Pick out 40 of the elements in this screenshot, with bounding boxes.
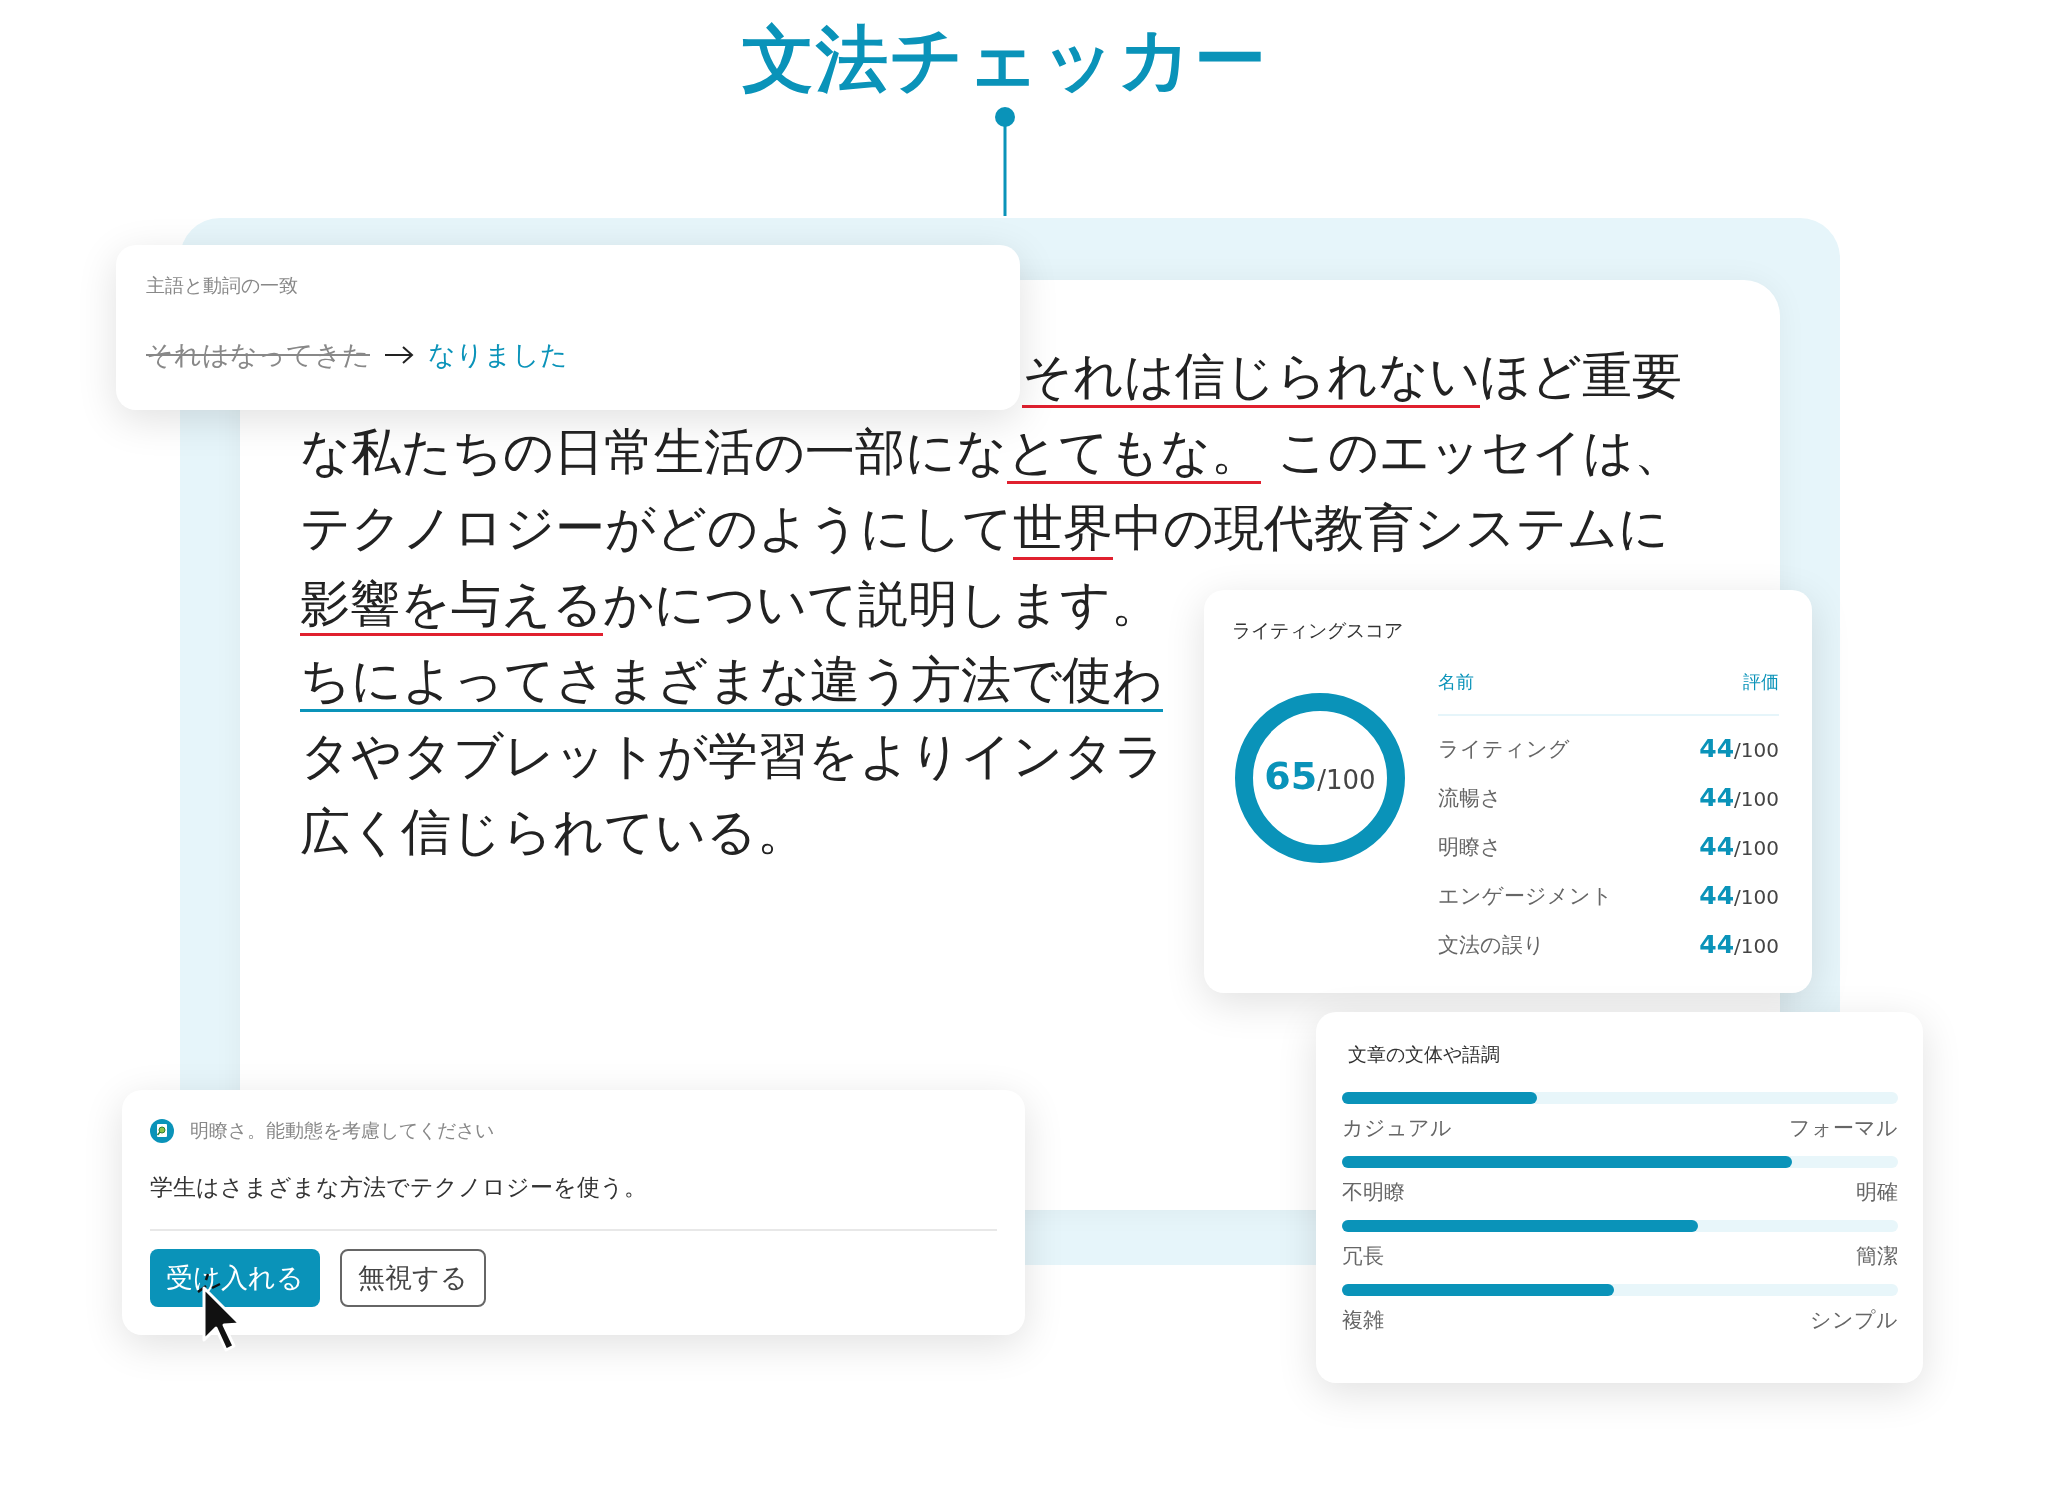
metric-name: エンゲージメント <box>1438 882 1613 910</box>
total-score: 65/100 <box>1263 754 1377 798</box>
scale-label: 明確 <box>1856 1179 1898 1206</box>
metric-score: 44/100 <box>1699 881 1779 910</box>
essay-line: それは信じられないほど重要 <box>1022 338 1682 414</box>
original-text: それはなってきた <box>146 338 370 372</box>
scale-label: フォーマル <box>1789 1115 1898 1142</box>
column-header: 名前 <box>1438 670 1474 694</box>
arrow-icon <box>384 345 414 365</box>
magnifier-icon <box>150 1119 174 1143</box>
metric-score: 44/100 <box>1699 783 1779 812</box>
ignore-button[interactable]: 無視する <box>340 1249 486 1307</box>
essay-line: ちによってさまざまな違う方法で使わ <box>300 642 1163 718</box>
page-title: 文法チェッカー <box>741 16 1269 103</box>
metric-name: 明瞭さ <box>1438 833 1502 861</box>
metric-score: 44/100 <box>1699 930 1779 959</box>
suggestion-link[interactable]: なりました <box>428 337 568 373</box>
essay-line: テクノロジーがどのようにして世界中の現代教育システムに <box>300 490 1669 566</box>
scale-label: 簡潔 <box>1856 1243 1898 1270</box>
essay-line: タやタブレットが学習をよりインタラ <box>300 726 1165 787</box>
card-title: 主語と動詞の一致 <box>146 273 299 298</box>
card-title: 文章の文体や語調 <box>1348 1042 1501 1067</box>
scale-label: シンプル <box>1810 1307 1898 1334</box>
metric-name: 文法の誤り <box>1438 931 1545 959</box>
scale-label: カジュアル <box>1342 1115 1452 1142</box>
essay-line: な私たちの日常生活の一部にな とてもな。 このエッセイは、 <box>300 414 1684 490</box>
scale-label: 複雑 <box>1342 1307 1384 1334</box>
metric-score: 44/100 <box>1699 734 1779 763</box>
accept-button[interactable]: 受け入れる <box>150 1249 320 1307</box>
essay-line: 影響を与えるかについて説明します。 <box>300 566 1161 642</box>
suggested-sentence: 学生はさまざまな方法でテクノロジーを使う。 <box>150 1173 648 1202</box>
scale-label: 不明瞭 <box>1342 1179 1405 1206</box>
hint-text: 明瞭さ。能動態を考慮してください <box>190 1118 494 1143</box>
essay-line: 広く信じられている。 <box>300 802 807 863</box>
card-title: ライティングスコア <box>1232 618 1404 643</box>
metric-score: 44/100 <box>1699 832 1779 861</box>
metric-name: ライティング <box>1438 735 1570 763</box>
scale-label: 冗長 <box>1342 1243 1384 1270</box>
column-header: 評価 <box>1743 670 1779 694</box>
metric-name: 流暢さ <box>1438 784 1502 812</box>
